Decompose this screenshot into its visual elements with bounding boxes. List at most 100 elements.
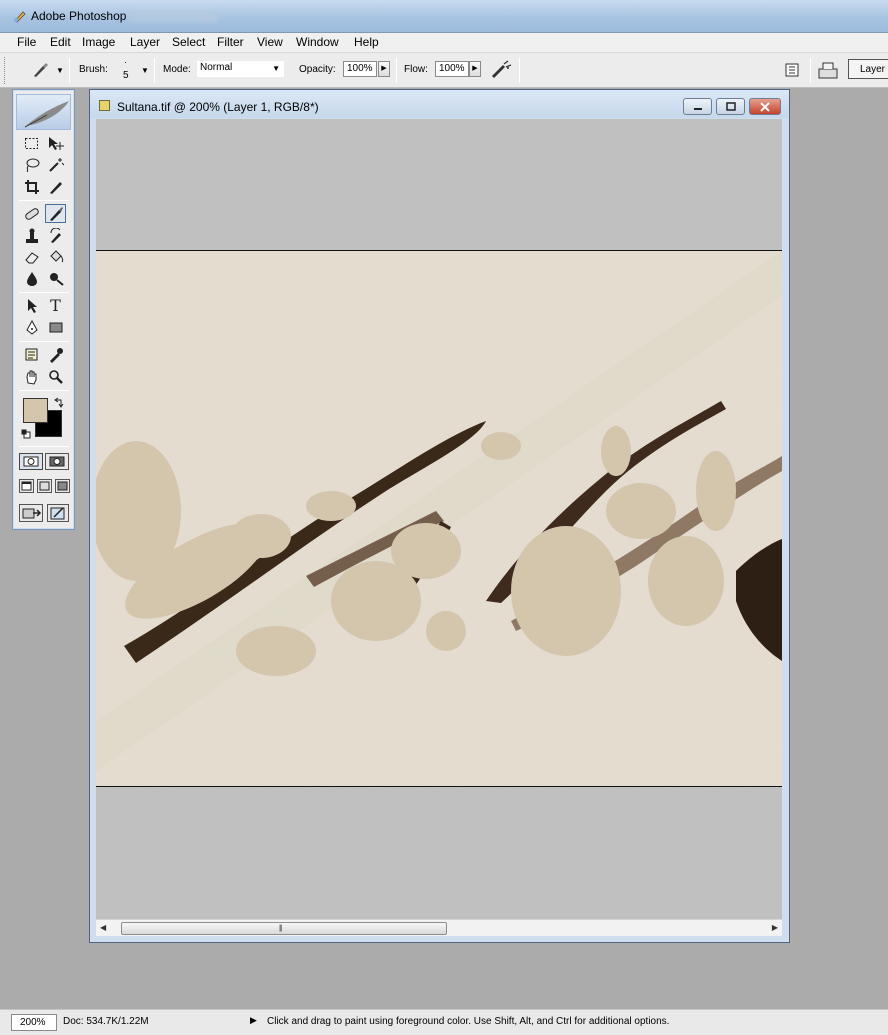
standard-mode-button[interactable]	[19, 453, 43, 470]
document-title: Sultana.tif @ 200% (Layer 1, RGB/8*)	[117, 100, 319, 114]
hand-tool-icon[interactable]	[21, 367, 42, 386]
separator	[154, 58, 155, 83]
flow-label: Flow:	[404, 64, 428, 75]
separator	[396, 58, 397, 83]
tool-preset-dropdown-arrow[interactable]: ▼	[56, 66, 64, 75]
brush-preview-dot[interactable]: ·	[124, 57, 127, 67]
close-icon	[760, 102, 770, 112]
full-screen-mode-button[interactable]	[55, 479, 70, 493]
magic-wand-tool-icon[interactable]	[45, 155, 66, 174]
imageready-icon[interactable]	[47, 504, 69, 522]
mode-select-value: Normal	[200, 62, 233, 73]
path-selection-tool-icon[interactable]	[21, 296, 42, 315]
menu-window[interactable]: Window	[294, 35, 341, 49]
toolbox-divider	[19, 341, 69, 342]
brush-tool-icon[interactable]	[45, 204, 66, 223]
menu-image[interactable]: Image	[80, 35, 117, 49]
full-screen-menu-mode-button[interactable]	[37, 479, 52, 493]
notes-tool-icon[interactable]	[21, 345, 42, 364]
dodge-tool-icon[interactable]	[45, 269, 66, 288]
photoshop-app-icon	[14, 11, 26, 23]
palette-well-icon[interactable]	[784, 62, 800, 78]
document-window: Sultana.tif @ 200% (Layer 1, RGB/8*) ◀ |…	[89, 89, 790, 943]
toolbox-divider	[19, 292, 69, 293]
airbrush-icon[interactable]	[489, 59, 513, 79]
menu-file[interactable]: File	[15, 35, 38, 49]
toolbox-divider	[19, 446, 69, 447]
pen-tool-icon[interactable]	[21, 318, 42, 337]
blurred-text	[128, 10, 218, 22]
scroll-left-icon[interactable]: ◀	[100, 923, 106, 932]
document-title-bar[interactable]: Sultana.tif @ 200% (Layer 1, RGB/8*)	[90, 90, 789, 118]
document-info[interactable]: Doc: 534.7K/1.22M	[63, 1016, 149, 1027]
toolbox: T	[12, 89, 75, 530]
eraser-tool-icon[interactable]	[21, 247, 42, 266]
flow-input[interactable]: 100%	[435, 61, 469, 77]
blur-tool-icon[interactable]	[21, 269, 42, 288]
status-hint: Click and drag to paint using foreground…	[267, 1016, 670, 1027]
mode-select[interactable]: Normal ▼	[197, 61, 284, 77]
status-menu-arrow-icon[interactable]: ▶	[250, 1015, 257, 1026]
document-icon	[99, 100, 110, 111]
maximize-button[interactable]	[716, 98, 745, 115]
separator	[519, 58, 520, 83]
photoshop-feather-logo[interactable]	[16, 94, 71, 130]
swap-colors-icon[interactable]	[53, 397, 64, 408]
options-grip[interactable]	[4, 57, 7, 84]
manuscript-image	[96, 251, 782, 786]
standard-screen-mode-button[interactable]	[19, 479, 34, 493]
crop-tool-icon[interactable]	[21, 177, 42, 196]
type-tool-icon[interactable]: T	[45, 296, 66, 315]
marquee-tool-icon[interactable]	[21, 134, 42, 153]
paint-bucket-tool-icon[interactable]	[45, 247, 66, 266]
separator	[810, 58, 811, 83]
opacity-label: Opacity:	[299, 64, 336, 75]
jump-to-imageready-button[interactable]	[19, 504, 43, 522]
brush-label: Brush:	[79, 64, 108, 75]
rectangle-tool-icon[interactable]	[45, 318, 66, 337]
close-button[interactable]	[749, 98, 781, 115]
brush-dropdown-arrow[interactable]: ▼	[141, 66, 149, 75]
lasso-tool-icon[interactable]	[21, 155, 42, 174]
toolbox-divider	[19, 200, 69, 201]
history-brush-tool-icon[interactable]	[45, 226, 66, 245]
minimize-button[interactable]	[683, 98, 712, 115]
menu-view[interactable]: View	[255, 35, 285, 49]
scroll-right-icon[interactable]: ▶	[772, 923, 778, 932]
canvas-area[interactable]	[96, 119, 782, 919]
file-browser-icon[interactable]	[817, 60, 839, 80]
default-colors-icon[interactable]	[21, 429, 31, 439]
horizontal-scrollbar[interactable]: ◀ ||| ▶	[96, 919, 782, 936]
zoom-tool-icon[interactable]	[45, 367, 66, 386]
feather-icon	[24, 101, 69, 128]
menu-select[interactable]: Select	[170, 35, 207, 49]
menu-edit[interactable]: Edit	[48, 35, 73, 49]
opacity-input[interactable]: 100%	[343, 61, 377, 77]
healing-brush-tool-icon[interactable]	[21, 204, 42, 223]
slice-tool-icon[interactable]	[45, 177, 66, 196]
chevron-down-icon: ▼	[272, 64, 280, 73]
quick-mask-mode-button[interactable]	[45, 453, 69, 470]
foreground-color-swatch[interactable]	[23, 398, 48, 423]
eyedropper-tool-icon[interactable]	[45, 345, 66, 364]
layer-button[interactable]: Layer	[848, 59, 888, 79]
menu-filter[interactable]: Filter	[215, 35, 246, 49]
image-canvas[interactable]	[96, 250, 782, 787]
brush-size-value: 5	[123, 70, 129, 81]
mode-label: Mode:	[163, 64, 191, 75]
toolbox-divider	[19, 390, 69, 391]
menu-bar: File Edit Image Layer Select Filter View…	[0, 33, 888, 53]
menu-layer[interactable]: Layer	[128, 35, 162, 49]
opacity-slider-button[interactable]: ▶	[378, 61, 390, 77]
minimize-icon	[693, 108, 702, 110]
separator	[69, 58, 70, 83]
thumb-grip-icon: |||	[279, 925, 283, 932]
zoom-field[interactable]: 200%	[11, 1014, 57, 1031]
scrollbar-thumb[interactable]: |||	[121, 922, 447, 935]
title-bar: Adobe Photoshop	[0, 0, 888, 33]
tool-preset-brush-icon[interactable]	[31, 62, 51, 78]
move-tool-icon[interactable]	[45, 134, 66, 153]
clone-stamp-tool-icon[interactable]	[21, 226, 42, 245]
menu-help[interactable]: Help	[352, 35, 381, 49]
flow-slider-button[interactable]: ▶	[469, 61, 481, 77]
